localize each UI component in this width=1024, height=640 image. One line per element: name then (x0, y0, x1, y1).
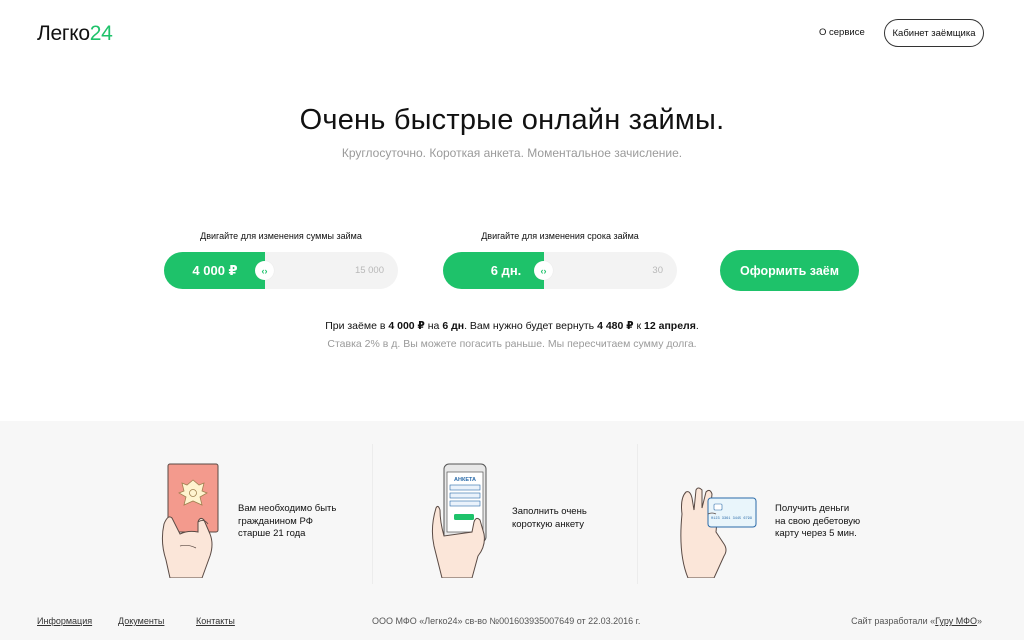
summary-days: 6 дн (442, 320, 465, 332)
term-value: 6 дн. (490, 263, 522, 278)
amount-value: 4 000 ₽ (192, 263, 238, 278)
apply-loan-button[interactable]: Оформить заём (720, 250, 859, 291)
passport-hand-icon (161, 463, 219, 578)
footer-dev-text: » (976, 616, 982, 626)
summary-amount: 4 000 ₽ (388, 320, 425, 332)
step-line: на свою дебетовую (775, 515, 861, 527)
amount-slider-handle[interactable]: ‹› (255, 261, 274, 280)
summary-text: . Вам нужно будет вернуть (464, 320, 598, 332)
footer-dev-text: Сайт разработали « (851, 616, 936, 626)
phone-form-icon: АНКЕТА (431, 463, 487, 578)
logo[interactable]: Легко24 (37, 22, 113, 46)
summary-text: . (695, 320, 699, 332)
amount-slider[interactable]: 4 000 ₽ 15 000 ‹› (164, 252, 398, 289)
loan-rate-note: Ставка 2% в д. Вы можете погасить раньше… (327, 338, 697, 350)
logo-number: 24 (89, 22, 113, 45)
step-divider (372, 444, 373, 584)
phone-form-label: АНКЕТА (454, 477, 476, 483)
step-divider (637, 444, 638, 584)
nav-about-link[interactable]: О сервисе (819, 27, 865, 38)
amount-slider-caption: Двигайте для изменения суммы займа (200, 231, 362, 241)
amount-max: 15 000 (354, 265, 384, 276)
step-line: Заполнить очень (512, 506, 587, 517)
card-number: 0123 3361 3445 6799 (711, 517, 752, 521)
step-line: карту через 5 мин. (775, 528, 857, 539)
footer-legal: ООО МФО «Легко24» св-во №001603935007649… (372, 616, 641, 626)
cabinet-button[interactable]: Кабинет заёмщика (884, 19, 984, 47)
footer-developer: Сайт разработали «Гуру МФО» (851, 616, 982, 626)
footer-link-documents[interactable]: Документы (118, 616, 164, 626)
step-line: короткую анкету (512, 518, 585, 530)
step-line: старше 21 года (238, 528, 306, 539)
loan-summary: При заёме в 4 000 ₽ на 6 дн. Вам нужно б… (0, 320, 1024, 332)
step-text: Заполнить очень короткую анкету (512, 506, 587, 531)
summary-total: 4 480 ₽ (597, 320, 634, 332)
footer-link-info[interactable]: Информация (37, 616, 92, 626)
step-line: гражданином РФ (238, 515, 313, 527)
term-slider-handle[interactable]: ‹› (534, 261, 553, 280)
step-text: Получить деньги на свою дебетовую карту … (775, 503, 860, 541)
summary-text: При заёме в (325, 320, 389, 332)
page-subtitle: Круглосуточно. Короткая анкета. Моментал… (341, 146, 683, 160)
page-title: Очень быстрые онлайн займы. (299, 104, 725, 136)
summary-text: к (633, 320, 645, 332)
card-hand-icon: 0123 3361 3445 6799 (680, 487, 757, 578)
summary-text: на (424, 320, 443, 332)
term-max: 30 (652, 265, 663, 276)
logo-text: Легко (37, 22, 90, 45)
step-line: Получить деньги (775, 503, 850, 514)
term-slider-caption: Двигайте для изменения срока займа (481, 231, 639, 241)
step-text: Вам необходимо быть гражданином РФ старш… (238, 503, 336, 541)
step-line: Вам необходимо быть (238, 503, 337, 514)
term-slider[interactable]: 6 дн. 30 ‹› (443, 252, 677, 289)
footer-link-contacts[interactable]: Контакты (196, 616, 235, 626)
summary-date: 12 апреля (644, 320, 696, 332)
footer-dev-link[interactable]: Гуру МФО (935, 616, 977, 626)
